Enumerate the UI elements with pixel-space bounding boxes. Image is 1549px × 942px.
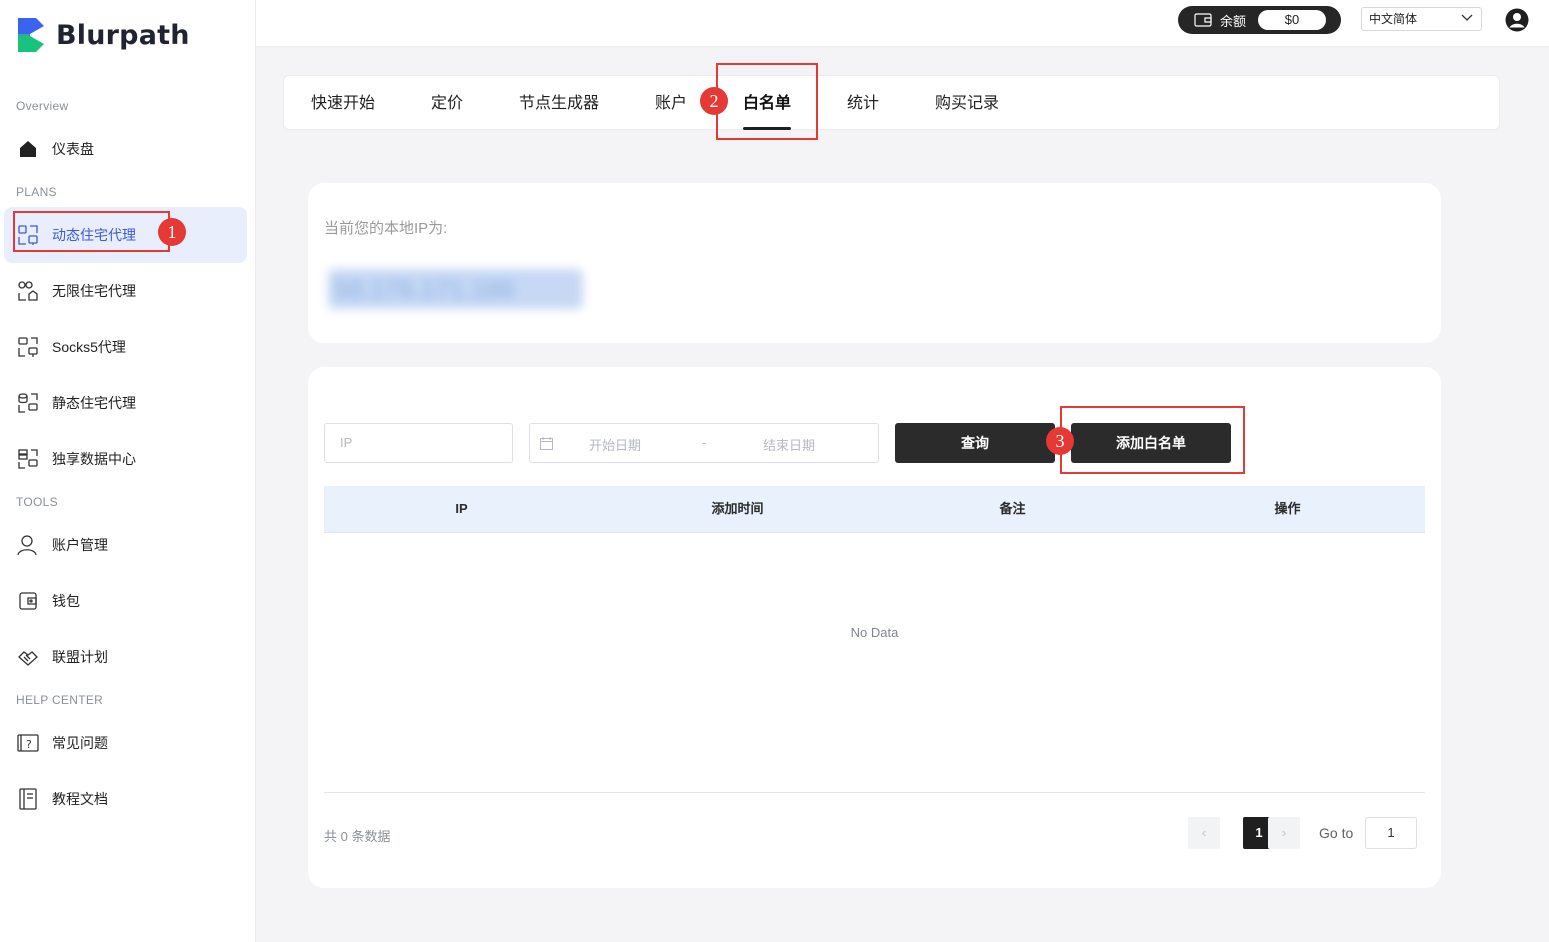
home-icon — [16, 137, 40, 161]
sidebar-item-dynamic-residential-proxy[interactable]: 动态住宅代理 — [4, 207, 247, 263]
column-ip: IP — [455, 501, 468, 516]
handshake-icon — [16, 645, 40, 669]
ip-placeholder: IP — [340, 435, 353, 450]
tab-account[interactable]: 账户 — [655, 76, 687, 131]
annotation-badge-3: 3 — [1046, 427, 1074, 455]
section-overview: Overview — [16, 99, 69, 113]
sidebar-item-label: 静态住宅代理 — [52, 395, 136, 411]
tab-pricing[interactable]: 定价 — [431, 76, 463, 131]
sidebar-item-static-residential-proxy[interactable]: 静态住宅代理 — [4, 375, 247, 431]
residential-proxy-icon — [16, 223, 40, 247]
sidebar-item-wallet[interactable]: 钱包 — [4, 573, 247, 629]
prev-page-button[interactable]: ‹ — [1188, 817, 1220, 849]
sidebar-item-affiliate-program[interactable]: 联盟计划 — [4, 629, 247, 685]
language-select[interactable]: 中文简体 — [1361, 7, 1482, 31]
goto-label: Go to — [1319, 825, 1354, 841]
annotation-badge-2: 2 — [700, 87, 728, 115]
language-value: 中文简体 — [1369, 12, 1418, 26]
date-separator: - — [702, 435, 707, 450]
date-range-picker[interactable]: 开始日期 - 结束日期 — [529, 423, 879, 463]
sidebar-item-unlimited-residential-proxy[interactable]: 无限住宅代理 — [4, 263, 247, 319]
sidebar-item-tutorial-docs[interactable]: 教程文档 — [4, 771, 247, 827]
sidebar-item-dashboard[interactable]: 仪表盘 — [4, 121, 247, 177]
sidebar-item-label: 常见问题 — [52, 735, 108, 751]
docs-icon — [16, 787, 40, 811]
local-ip-value: 58.176.171.186 — [328, 269, 583, 309]
column-added-time: 添加时间 — [711, 501, 764, 516]
svg-text:?: ? — [26, 738, 32, 751]
section-help-center: HELP CENTER — [16, 693, 104, 707]
column-remark: 备注 — [999, 501, 1026, 516]
sidebar-item-label: 独享数据中心 — [52, 451, 136, 467]
calendar-icon — [540, 437, 553, 450]
sidebar-item-socks5-proxy[interactable]: Socks5代理 — [4, 319, 247, 375]
sidebar-item-label: 无限住宅代理 — [52, 283, 136, 299]
balance-label: 余额 — [1220, 13, 1247, 29]
sidebar-item-dedicated-datacenter[interactable]: 独享数据中心 — [4, 431, 247, 487]
brand-logo[interactable]: Blurpath — [16, 16, 190, 54]
brand-name: Blurpath — [56, 19, 190, 51]
tab-purchase-history[interactable]: 购买记录 — [935, 76, 999, 131]
sidebar-item-faq[interactable]: ? 常见问题 — [4, 715, 247, 771]
local-ip-card: 当前您的本地IP为: 58.176.171.186 — [308, 183, 1441, 343]
balance-pill[interactable]: 余额 $0 — [1178, 6, 1341, 34]
sidebar-item-label: Socks5代理 — [52, 339, 126, 355]
wallet-icon — [1194, 13, 1212, 27]
table-header: IP 添加时间 备注 操作 — [324, 486, 1425, 533]
socks5-icon — [16, 335, 40, 359]
wallet-icon — [16, 589, 40, 613]
query-button[interactable]: 查询 — [895, 423, 1055, 463]
datacenter-icon — [16, 447, 40, 471]
table-divider — [324, 792, 1425, 793]
static-proxy-icon — [16, 391, 40, 415]
faq-icon: ? — [16, 731, 40, 755]
tab-statistics[interactable]: 统计 — [847, 76, 879, 131]
sidebar-item-label: 钱包 — [52, 593, 80, 609]
sidebar-item-label: 动态住宅代理 — [52, 227, 136, 243]
whitelist-card: IP 开始日期 - 结束日期 查询 添加白名单 IP 添加时间 备注 操作 No… — [308, 367, 1441, 888]
top-bar: 余额 $0 中文简体 — [256, 0, 1549, 47]
blurpath-logo-icon — [18, 18, 44, 52]
tab-quick-start[interactable]: 快速开始 — [311, 76, 375, 131]
balance-value: $0 — [1258, 10, 1326, 30]
total-count: 共 0 条数据 — [324, 829, 391, 844]
sidebar-item-account-management[interactable]: 账户管理 — [4, 517, 247, 573]
unlimited-proxy-icon — [16, 279, 40, 303]
tab-whitelist[interactable]: 白名单 — [743, 76, 792, 131]
next-page-button[interactable]: › — [1268, 817, 1300, 849]
sidebar: Blurpath Overview 仪表盘 PLANS 动态住宅代理 无限住宅代… — [0, 0, 256, 942]
add-whitelist-button[interactable]: 添加白名单 — [1071, 423, 1231, 463]
user-avatar-icon[interactable] — [1505, 8, 1529, 32]
empty-state-text: No Data — [850, 625, 899, 640]
goto-page-input[interactable]: 1 — [1365, 817, 1417, 849]
annotation-badge-1: 1 — [158, 218, 186, 246]
sidebar-item-label: 账户管理 — [52, 537, 108, 553]
local-ip-label: 当前您的本地IP为: — [324, 220, 448, 237]
start-date-placeholder: 开始日期 — [589, 438, 642, 453]
end-date-placeholder: 结束日期 — [763, 438, 816, 453]
sidebar-item-label: 仪表盘 — [52, 141, 94, 157]
tab-node-generator[interactable]: 节点生成器 — [519, 76, 599, 131]
tab-bar: 快速开始 定价 节点生成器 账户 白名单 统计 购买记录 — [283, 75, 1500, 130]
sidebar-item-label: 教程文档 — [52, 791, 108, 807]
section-tools: TOOLS — [16, 495, 58, 509]
section-plans: PLANS — [16, 185, 57, 199]
user-icon — [16, 533, 40, 557]
ip-search-input[interactable]: IP — [324, 423, 513, 463]
sidebar-item-label: 联盟计划 — [52, 649, 108, 665]
chevron-down-icon — [1461, 14, 1473, 21]
column-actions: 操作 — [1274, 501, 1301, 516]
